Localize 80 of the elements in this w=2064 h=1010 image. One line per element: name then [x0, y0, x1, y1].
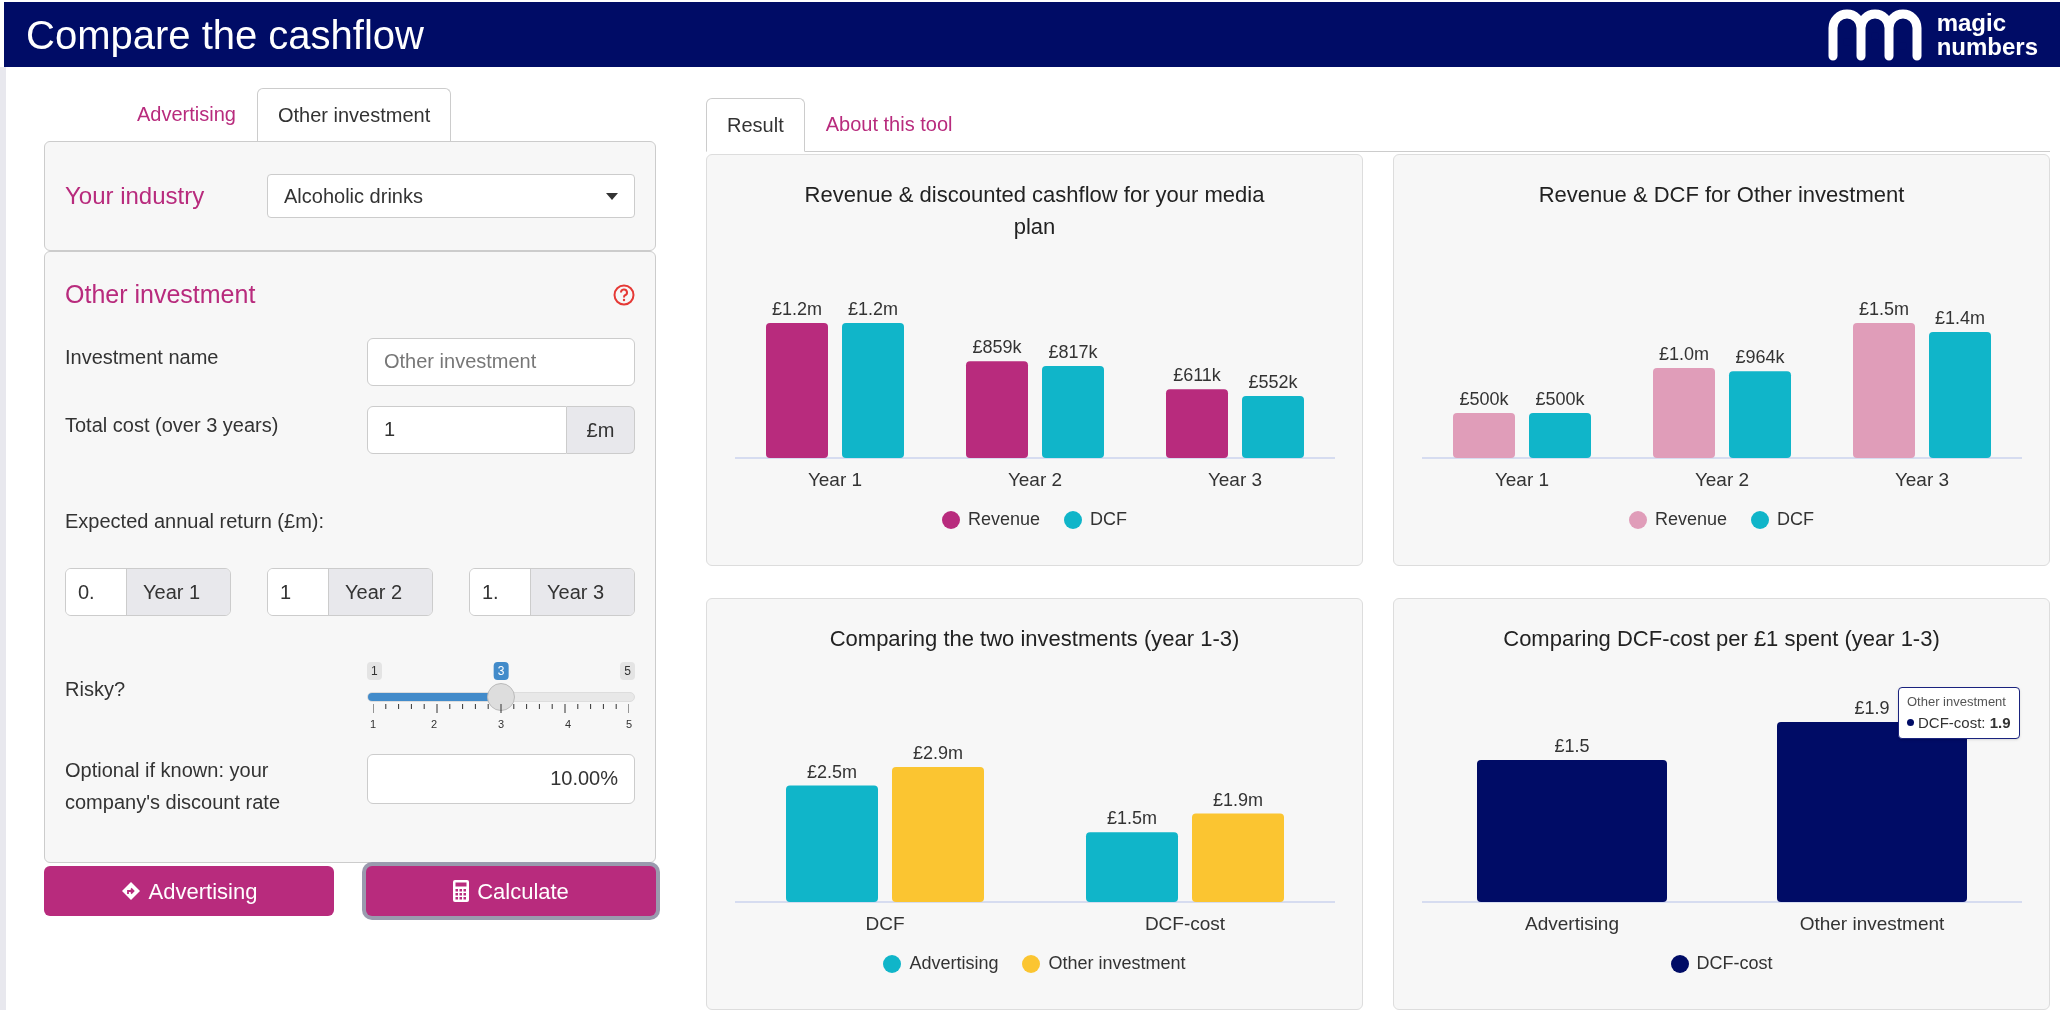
value-label: £2.5m — [806, 761, 857, 782]
tooltip-title: Other investment — [1906, 693, 2007, 711]
legend-label: Other investment — [1048, 952, 1186, 975]
total-cost-field[interactable]: 1 — [367, 405, 567, 454]
calculator-icon — [453, 880, 470, 902]
category-label: Advertising — [1524, 913, 1619, 934]
category-label: Year 1 — [1494, 469, 1549, 490]
chart-title: Comparing DCF-cost per £1 spent (year 1-3) — [1502, 625, 1941, 653]
logo-text: numbers — [1936, 34, 2038, 59]
year-addon: Year 3 — [530, 568, 634, 615]
slider-thumb[interactable] — [487, 682, 515, 711]
value-label: £964k — [1735, 347, 1784, 368]
tick-label: 4 — [564, 716, 572, 732]
chart-title: Comparing the two investments (year 1-3) — [828, 625, 1241, 653]
chart-title: Revenue & DCF for Other investment — [1537, 181, 1906, 209]
industry-select[interactable]: Alcoholic drinks — [267, 174, 635, 218]
slider-value-label: 3 — [493, 661, 509, 680]
field-label: Expected annual return (£m): — [65, 508, 326, 534]
section-title: Other investment — [65, 279, 256, 310]
action-button[interactable]: Advertising — [44, 866, 334, 916]
legend-label: DCF — [1090, 508, 1128, 531]
value-label: £859k — [972, 337, 1021, 358]
value-label: £1.5m — [1106, 808, 1157, 829]
value-label: £500k — [1535, 389, 1584, 409]
legend-label: Revenue — [1654, 508, 1728, 531]
value-label: £500k — [1459, 389, 1508, 409]
diamond-arrow-icon — [120, 881, 141, 901]
help-icon — [613, 283, 635, 306]
investment-name-field[interactable]: Other investment — [367, 337, 635, 386]
value-label: £1.5 — [1554, 735, 1589, 756]
value-label: £1.4m — [1934, 308, 1985, 328]
value-label: £1.2m — [771, 299, 822, 319]
value-label: £552k — [1248, 371, 1297, 392]
value-label: £1.2m — [847, 299, 898, 319]
slider-min-label: 1 — [367, 661, 382, 680]
return-field[interactable]: 1. — [470, 568, 530, 615]
page-title: Compare the cashflow — [26, 11, 424, 59]
value-label: £611k — [1172, 365, 1221, 386]
unit-addon: £m — [567, 405, 635, 454]
tab[interactable]: About this tool — [804, 97, 974, 151]
discount-rate-field[interactable]: 10.00% — [367, 753, 635, 804]
category-label: Year 3 — [1207, 469, 1262, 490]
field-label: Optional if known: your company's discount rate — [65, 757, 282, 815]
value-label: £2.9m — [912, 743, 963, 763]
slider-max-label: 5 — [620, 661, 635, 680]
value-label: £1.5m — [1858, 299, 1909, 319]
tab[interactable]: Advertising — [116, 87, 257, 141]
legend-label: Revenue — [967, 508, 1041, 531]
tab[interactable]: Other investment — [256, 88, 452, 142]
tab[interactable]: Result — [706, 98, 805, 152]
category-label: Year 2 — [1694, 469, 1749, 490]
chart-title: Revenue & discounted cashflow for your media plan — [803, 181, 1266, 241]
category-label: Year 2 — [1007, 469, 1062, 490]
value-label: £1.9m — [1212, 789, 1263, 810]
year-addon: Year 1 — [126, 568, 230, 615]
category-label: Year 3 — [1894, 469, 1949, 490]
value-label: £1.0m — [1658, 344, 1709, 364]
category-label: Other investment — [1799, 913, 1944, 934]
tooltip-value: DCF-cost: 1.9 — [1906, 711, 2011, 734]
logo-text: magic — [1936, 10, 2006, 35]
category-label: Year 1 — [807, 469, 862, 490]
return-field[interactable]: 0. — [66, 568, 126, 615]
field-label: Total cost (over 3 years) — [65, 412, 279, 438]
tick-label: 3 — [497, 716, 505, 732]
category-label: DCF — [864, 913, 905, 934]
field-label: Your industry — [65, 181, 205, 211]
return-field[interactable]: 1 — [268, 568, 328, 615]
year-addon: Year 2 — [328, 568, 432, 615]
tick-label: 2 — [430, 716, 438, 732]
legend-label: Advertising — [909, 952, 999, 975]
value-label: £1.9 — [1854, 698, 1889, 718]
category-label: DCF-cost — [1144, 913, 1225, 934]
field-label: Risky? — [65, 676, 125, 702]
tick-label: 1 — [369, 716, 377, 732]
field-label: Investment name — [65, 344, 219, 370]
value-label: £817k — [1048, 342, 1097, 363]
legend-label: DCF — [1777, 508, 1815, 531]
legend-label: DCF-cost — [1696, 952, 1773, 975]
tick-label: 5 — [625, 716, 633, 732]
caret-icon — [606, 192, 618, 200]
